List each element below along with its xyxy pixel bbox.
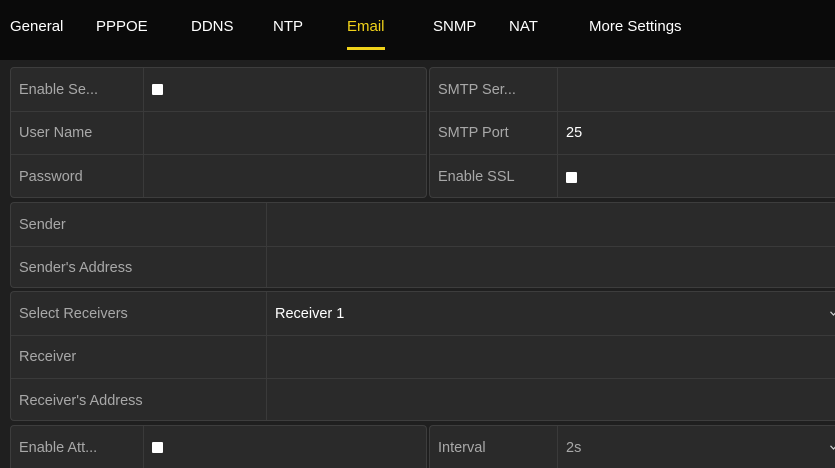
sender-panel: Sender Sender's Address xyxy=(10,202,835,288)
enable-ssl-checkbox[interactable] xyxy=(566,171,577,183)
enable-ssl-row: Enable SSL xyxy=(430,154,835,197)
smtp-port-label: SMTP Port xyxy=(438,125,509,141)
smtp-server-field[interactable] xyxy=(557,68,835,111)
tab-ntp-label: NTP xyxy=(273,18,303,35)
sender-field[interactable] xyxy=(266,203,835,246)
enable-server-auth-row: Enable Se... xyxy=(11,68,426,111)
receiver-panel: Select Receivers Receiver 1 Receiver Rec… xyxy=(10,291,835,421)
interval-value: 2s xyxy=(566,439,582,456)
smtp-server-row: SMTP Ser... xyxy=(430,68,835,111)
enable-server-auth-checkbox[interactable] xyxy=(152,84,163,95)
select-receivers-row: Select Receivers Receiver 1 xyxy=(11,292,835,335)
receiver-address-row: Receiver's Address xyxy=(11,378,835,420)
sender-address-label: Sender's Address xyxy=(19,260,133,276)
smtp-port-row: SMTP Port 25 xyxy=(430,111,835,154)
tab-more-settings-label: More Settings xyxy=(589,18,682,35)
select-receivers-dropdown[interactable]: Receiver 1 xyxy=(266,292,835,335)
tab-email-label: Email xyxy=(347,18,385,35)
password-row: Password xyxy=(11,154,426,197)
receiver-address-label: Receiver's Address xyxy=(19,392,143,409)
tab-pppoe[interactable]: PPPOE xyxy=(96,15,148,47)
interval-panel: Interval 2s xyxy=(429,425,835,468)
user-name-row: User Name xyxy=(11,111,426,154)
enable-ssl-value xyxy=(557,155,835,197)
tab-general-label: General xyxy=(10,18,64,35)
chevron-down-icon[interactable] xyxy=(829,310,835,318)
sender-row: Sender xyxy=(11,203,835,246)
attachment-panel: Enable Att... xyxy=(10,425,427,468)
password-field[interactable] xyxy=(143,155,426,197)
sender-address-field[interactable] xyxy=(266,247,835,287)
tab-ddns[interactable]: DDNS xyxy=(191,15,234,47)
tab-nat-label: NAT xyxy=(509,18,538,35)
smtp-panel: SMTP Ser... SMTP Port 25 Enable SSL xyxy=(429,67,835,198)
sender-label: Sender xyxy=(19,216,66,233)
select-receivers-label: Select Receivers xyxy=(19,305,128,322)
smtp-server-label: SMTP Ser... xyxy=(438,81,516,98)
enable-attached-label: Enable Att... xyxy=(19,439,98,456)
chevron-down-icon[interactable] xyxy=(829,444,835,452)
receiver-address-field[interactable] xyxy=(266,379,835,420)
tab-email[interactable]: Email xyxy=(347,15,385,50)
select-receivers-value: Receiver 1 xyxy=(275,305,345,322)
enable-server-auth-value xyxy=(143,68,426,111)
receiver-label: Receiver xyxy=(19,349,77,365)
tab-bar: General PPPOE DDNS NTP Email SNMP NAT Mo… xyxy=(0,0,835,60)
receiver-field[interactable] xyxy=(266,336,835,378)
smtp-port-field[interactable]: 25 xyxy=(557,112,835,154)
interval-row: Interval 2s xyxy=(430,426,835,468)
password-label: Password xyxy=(19,169,83,185)
email-settings-window: General PPPOE DDNS NTP Email SNMP NAT Mo… xyxy=(0,0,835,468)
server-auth-panel: Enable Se... User Name Password xyxy=(10,67,427,198)
enable-attached-checkbox[interactable] xyxy=(152,442,163,453)
enable-attached-row: Enable Att... xyxy=(11,426,426,468)
tab-nat[interactable]: NAT xyxy=(509,15,538,47)
tab-more-settings[interactable]: More Settings xyxy=(589,15,682,47)
sender-address-row: Sender's Address xyxy=(11,246,835,287)
user-name-field[interactable] xyxy=(143,112,426,154)
tab-snmp[interactable]: SNMP xyxy=(433,15,476,47)
tab-snmp-label: SNMP xyxy=(433,18,477,35)
enable-attached-value xyxy=(143,426,426,468)
tab-general[interactable]: General xyxy=(10,15,63,47)
interval-label: Interval xyxy=(438,439,486,456)
receiver-row: Receiver xyxy=(11,335,835,378)
interval-dropdown[interactable]: 2s xyxy=(557,426,835,468)
active-tab-indicator xyxy=(347,47,385,50)
tab-pppoe-label: PPPOE xyxy=(96,18,148,35)
user-name-label: User Name xyxy=(19,125,93,141)
enable-server-auth-label: Enable Se... xyxy=(19,81,98,98)
enable-ssl-label: Enable SSL xyxy=(438,169,515,185)
tab-ddns-label: DDNS xyxy=(191,18,234,35)
tab-ntp[interactable]: NTP xyxy=(273,15,303,47)
